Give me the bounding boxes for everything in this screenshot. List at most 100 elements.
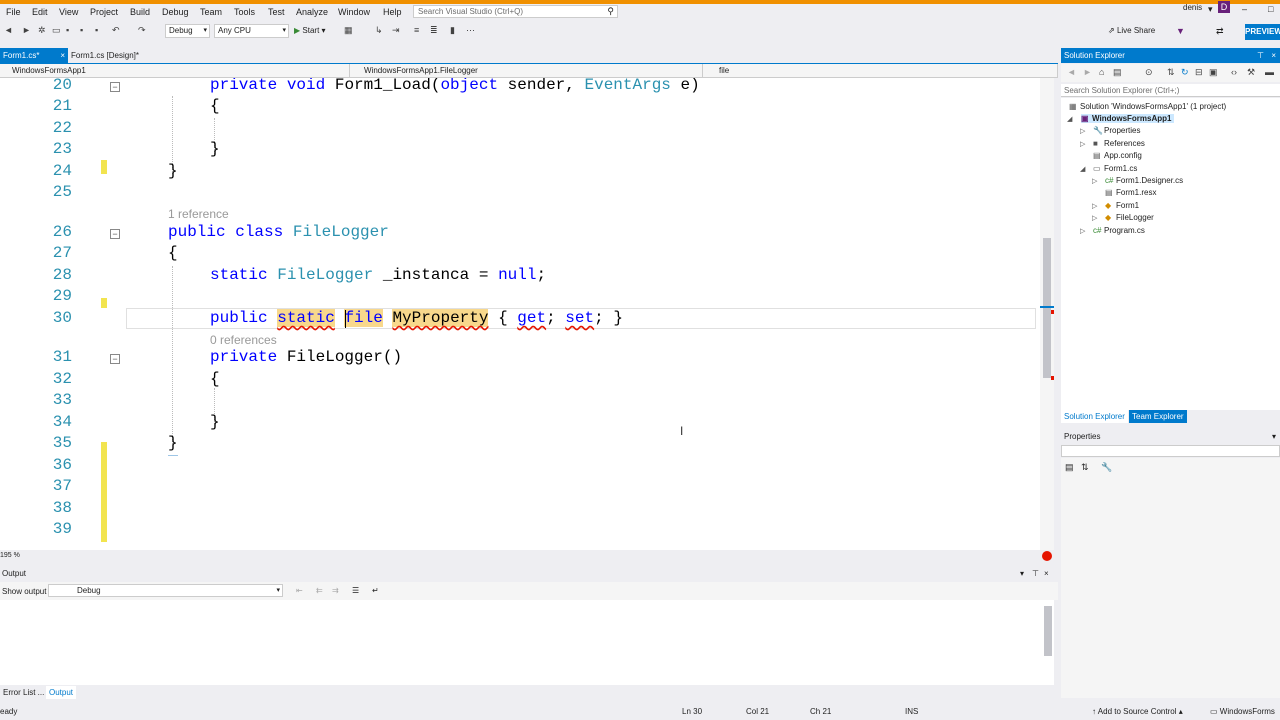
- comment-icon[interactable]: ⋯: [466, 25, 475, 36]
- close-icon[interactable]: ×: [1044, 567, 1049, 581]
- prev-message-icon[interactable]: ⇇: [316, 586, 323, 595]
- pending-changes-icon[interactable]: ⊙: [1145, 67, 1153, 78]
- properties-object-selector[interactable]: [1061, 445, 1280, 457]
- zoom-level[interactable]: 195 %: [0, 552, 20, 559]
- tree-node-form1-resx[interactable]: ▤ Form1.resx: [1105, 188, 1156, 197]
- tab-error-list[interactable]: Error List ...: [0, 686, 47, 699]
- tab-form1-design[interactable]: Form1.cs [Design]*: [68, 48, 151, 63]
- expand-toggle-icon[interactable]: ▷: [1092, 214, 1097, 222]
- word-wrap-icon[interactable]: ↵: [372, 586, 379, 595]
- redo-icon[interactable]: ↷: [138, 25, 146, 36]
- tree-node-references[interactable]: ■ References: [1093, 139, 1145, 148]
- expand-toggle-icon[interactable]: ▷: [1080, 127, 1085, 135]
- live-share-button[interactable]: ⇗ Live Share: [1108, 26, 1155, 35]
- next-message-icon[interactable]: ⇉: [332, 586, 339, 595]
- close-icon[interactable]: ×: [60, 48, 65, 63]
- fold-toggle[interactable]: −: [110, 82, 120, 92]
- tab-output[interactable]: Output: [46, 686, 77, 699]
- refresh-icon[interactable]: ↻: [1181, 67, 1189, 78]
- tree-node-properties[interactable]: 🔧Properties: [1093, 126, 1140, 135]
- menu-debug[interactable]: Debug: [162, 7, 189, 17]
- close-icon[interactable]: ×: [1271, 48, 1276, 63]
- tree-node-filelogger-class[interactable]: ◆ FileLogger: [1105, 213, 1154, 222]
- pin-icon[interactable]: ⊤: [1257, 48, 1264, 63]
- tab-form1-cs[interactable]: Form1.cs* ×: [0, 48, 68, 63]
- solution-tree[interactable]: ▦ Solution 'WindowsFormsApp1' (1 project)…: [1061, 98, 1280, 410]
- menu-view[interactable]: View: [59, 7, 78, 17]
- menu-tools[interactable]: Tools: [234, 7, 255, 17]
- clear-all-icon[interactable]: ☰: [352, 586, 359, 595]
- menu-help[interactable]: Help: [383, 7, 402, 17]
- tree-node-project[interactable]: ▣ WindowsFormsApp1: [1081, 114, 1175, 123]
- find-message-icon[interactable]: ⇤: [296, 586, 303, 595]
- member-dropdown[interactable]: file: [703, 64, 1058, 77]
- feedback-icon[interactable]: ▼: [1176, 26, 1185, 36]
- attach-icon[interactable]: ▦: [344, 25, 353, 36]
- fold-toggle[interactable]: −: [110, 229, 120, 239]
- account-icon[interactable]: ⇄: [1216, 26, 1224, 37]
- tree-node-solution[interactable]: ▦ Solution 'WindowsFormsApp1' (1 project): [1069, 102, 1226, 111]
- menu-window[interactable]: Window: [338, 7, 370, 17]
- tab-team-explorer[interactable]: Team Explorer: [1129, 410, 1187, 423]
- quick-launch-search[interactable]: Search Visual Studio (Ctrl+Q) ⚲: [413, 5, 618, 18]
- tree-node-form1-cs[interactable]: ▭ Form1.cs: [1093, 164, 1137, 173]
- code-editor[interactable]: − − − 20 21 22 23 24 25 26 27 28 29 30 3…: [0, 78, 1040, 550]
- minimize-icon[interactable]: –: [1242, 4, 1247, 14]
- codelens-references[interactable]: 1 reference: [168, 207, 229, 221]
- back-icon[interactable]: ◄: [1067, 67, 1076, 77]
- forward-icon[interactable]: ►: [22, 25, 31, 35]
- show-all-files-icon[interactable]: ▣: [1209, 67, 1218, 78]
- new-project-icon[interactable]: ✲: [38, 25, 46, 36]
- save-all-icon[interactable]: ▪: [80, 25, 83, 35]
- dropdown-icon[interactable]: ▾: [1272, 430, 1276, 444]
- output-text-area[interactable]: [0, 600, 1054, 685]
- configuration-dropdown[interactable]: Debug ▾: [165, 24, 210, 38]
- status-project[interactable]: ▭ WindowsForms: [1210, 707, 1275, 716]
- save-all-2-icon[interactable]: ▪: [95, 25, 98, 35]
- pin-icon[interactable]: ⊤: [1032, 567, 1039, 581]
- expand-toggle-icon[interactable]: ◢: [1067, 115, 1072, 123]
- tab-solution-explorer[interactable]: Solution Explorer: [1061, 410, 1128, 423]
- add-to-source-control-button[interactable]: ↑ Add to Source Control ▴: [1092, 707, 1183, 716]
- back-icon[interactable]: ◄: [4, 25, 13, 35]
- menu-build[interactable]: Build: [130, 7, 150, 17]
- dropdown-icon[interactable]: ▾: [1020, 567, 1024, 581]
- step-icon[interactable]: ↳: [375, 25, 383, 36]
- output-source-dropdown[interactable]: Debug ▾: [48, 584, 283, 597]
- maximize-icon[interactable]: □: [1268, 4, 1273, 14]
- scrollbar-thumb[interactable]: [1043, 238, 1051, 378]
- user-dropdown-icon[interactable]: ▾: [1208, 4, 1213, 15]
- expand-toggle-icon[interactable]: ▷: [1092, 202, 1097, 210]
- menu-project[interactable]: Project: [90, 7, 118, 17]
- menu-team[interactable]: Team: [200, 7, 222, 17]
- avatar[interactable]: D: [1218, 1, 1230, 13]
- switch-views-icon[interactable]: ▤: [1113, 67, 1122, 78]
- properties-grid[interactable]: ▤ ⇅ 🔧: [1061, 458, 1280, 698]
- tree-node-program-cs[interactable]: c# Program.cs: [1093, 226, 1145, 235]
- bookmark-icon[interactable]: ▮: [450, 25, 455, 36]
- menu-edit[interactable]: Edit: [32, 7, 48, 17]
- property-pages-icon[interactable]: 🔧: [1101, 462, 1112, 473]
- project-dropdown[interactable]: WindowsFormsApp1: [0, 64, 350, 77]
- expand-toggle-icon[interactable]: ◢: [1080, 165, 1085, 173]
- user-name[interactable]: denis: [1183, 3, 1202, 12]
- properties-wrench-icon[interactable]: ⚒: [1247, 67, 1255, 78]
- menu-analyze[interactable]: Analyze: [296, 7, 328, 17]
- tree-node-form1-class[interactable]: ◆ Form1: [1105, 201, 1139, 210]
- expand-toggle-icon[interactable]: ▷: [1092, 177, 1097, 185]
- codelens-references[interactable]: 0 references: [210, 333, 277, 347]
- forward-icon[interactable]: ►: [1083, 67, 1092, 77]
- open-icon[interactable]: ▭: [52, 25, 61, 36]
- preview-selected-icon[interactable]: ▬: [1265, 67, 1274, 77]
- type-dropdown[interactable]: WindowsFormsApp1.FileLogger: [350, 64, 703, 77]
- status-insert-mode[interactable]: INS: [905, 707, 918, 716]
- fold-toggle[interactable]: −: [110, 354, 120, 364]
- error-indicator-icon[interactable]: [1042, 551, 1052, 561]
- start-button[interactable]: ▶ Start ▾: [294, 26, 326, 35]
- sync-icon[interactable]: ⇅: [1167, 67, 1175, 78]
- preview-badge[interactable]: PREVIEW: [1245, 24, 1280, 40]
- categorized-icon[interactable]: ▤: [1065, 462, 1074, 473]
- menu-file[interactable]: File: [6, 7, 21, 17]
- step-over-icon[interactable]: ⇥: [392, 25, 400, 36]
- collapse-all-icon[interactable]: ⊟: [1195, 67, 1203, 78]
